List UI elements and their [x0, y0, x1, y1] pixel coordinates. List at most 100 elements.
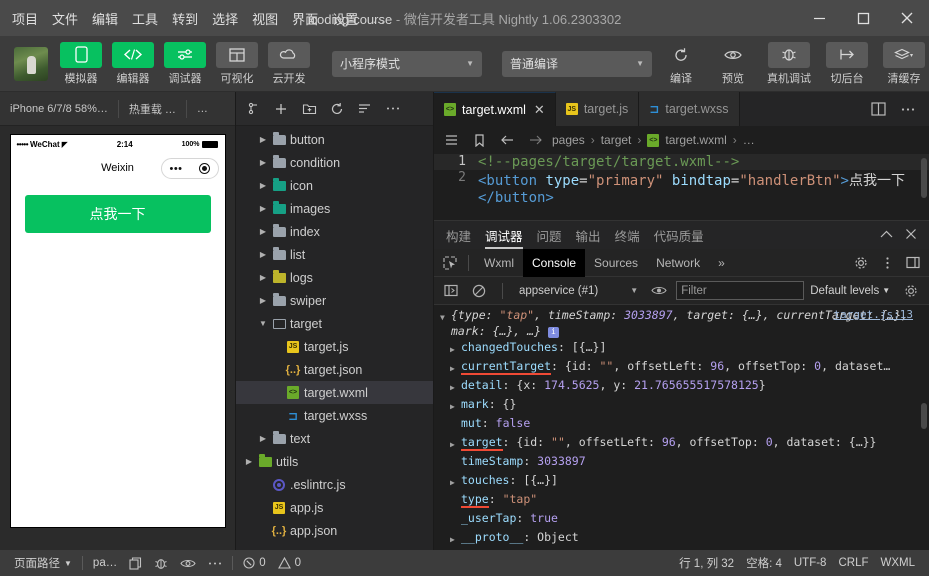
chevron-right-icon[interactable]: ▶	[256, 158, 270, 167]
console-levels-select[interactable]: Default levels ▼	[810, 285, 890, 297]
breadcrumb-more[interactable]: …	[743, 133, 755, 147]
menu-item-select[interactable]: 选择	[212, 9, 238, 28]
target-icon[interactable]	[198, 163, 210, 174]
device-select[interactable]: iPhone 6/7/8 58%…	[0, 103, 118, 115]
chevron-right-icon[interactable]: ▶	[256, 227, 270, 236]
gear-icon[interactable]	[900, 280, 922, 302]
editor-button[interactable]: 编辑器	[110, 41, 156, 86]
console-filter-input[interactable]: Filter	[676, 281, 805, 300]
console-row[interactable]: ▶ target: {id: "", offsetLeft: 96, offset…	[440, 434, 929, 453]
page-path-select[interactable]: 页面路径 ▼	[8, 555, 78, 571]
back-icon[interactable]	[496, 134, 518, 146]
outline-icon[interactable]	[440, 134, 462, 146]
cursor-position[interactable]: 行 1, 列 32	[673, 555, 740, 571]
tree-folder-row[interactable]: ▶ list	[236, 243, 433, 266]
panel-tab-output[interactable]: 输出	[576, 221, 601, 249]
more-icon[interactable]	[380, 96, 406, 122]
chevron-down-icon[interactable]: ▼	[440, 307, 451, 326]
close-icon[interactable]	[905, 228, 917, 243]
background-button[interactable]: 切后台	[822, 41, 872, 86]
tree-folder-row[interactable]: ▶ index	[236, 220, 433, 243]
chevron-right-icon[interactable]: ▶	[450, 396, 461, 415]
chevron-right-icon[interactable]: ▶	[256, 135, 270, 144]
close-icon[interactable]: ✕	[534, 102, 545, 118]
phone-capsule[interactable]: •••	[160, 158, 219, 179]
panel-tab-debugger[interactable]: 调试器	[485, 221, 523, 249]
compile-button[interactable]: 编译	[658, 42, 704, 86]
error-count-badge[interactable]: 0	[237, 557, 271, 569]
tree-folder-row[interactable]: ▶ logs	[236, 266, 433, 289]
language-mode[interactable]: WXML	[875, 557, 922, 569]
visualization-button[interactable]: 可视化	[214, 41, 260, 86]
refresh-icon[interactable]	[324, 96, 350, 122]
console-row[interactable]: ▶ touches: [{…}]	[440, 472, 929, 491]
console-context-select[interactable]: appservice (#1) ▼	[515, 285, 642, 297]
tree-file-row[interactable]: ▶{..}target.json	[236, 358, 433, 381]
chevron-up-icon[interactable]	[880, 228, 893, 242]
bookmark-icon[interactable]	[468, 133, 490, 147]
code-line[interactable]: 1 <!--pages/target/target.wxml-->	[434, 154, 929, 170]
menu-item-more[interactable]: …	[372, 11, 386, 26]
encoding[interactable]: UTF-8	[788, 557, 833, 569]
editor-scrollbar[interactable]	[921, 158, 927, 198]
debugger-button[interactable]: 调试器	[162, 41, 208, 86]
menu-item-settings[interactable]: 设置	[332, 9, 358, 28]
panel-tab-problems[interactable]: 问题	[537, 221, 562, 249]
tree-folder-row[interactable]: ▶ icon	[236, 174, 433, 197]
tree-folder-row[interactable]: ▶ text	[236, 427, 433, 450]
tab-target-wxss[interactable]: ⊐ target.wxss	[639, 92, 740, 126]
primary-button[interactable]: 点我一下	[24, 195, 211, 233]
clear-cache-button[interactable]: ▾ 清缓存	[878, 41, 929, 86]
real-device-debug-button[interactable]: 真机调试	[762, 41, 816, 86]
eye-icon[interactable]	[174, 558, 202, 569]
forward-icon[interactable]	[524, 134, 546, 146]
console-row[interactable]: ▶ mark: {}	[440, 396, 929, 415]
tree-folder-row[interactable]: ▶ images	[236, 197, 433, 220]
compile-select[interactable]: 普通编译 ▼	[502, 50, 652, 77]
menu-item-file[interactable]: 文件	[52, 9, 78, 28]
tree-folder-row[interactable]: ▶ swiper	[236, 289, 433, 312]
console-row[interactable]: ▶ __proto__: Object	[440, 529, 929, 548]
split-editor-icon[interactable]	[865, 96, 891, 122]
devtools-tab-sources[interactable]: Sources	[585, 249, 647, 277]
new-folder-icon[interactable]	[296, 96, 322, 122]
devtools-tab-wxml[interactable]: Wxml	[475, 249, 523, 277]
console-source-link[interactable]: target.js:13	[834, 307, 913, 323]
bug-icon[interactable]	[148, 557, 174, 570]
collapse-icon[interactable]	[240, 96, 266, 122]
tree-folder-row[interactable]: ▶ condition	[236, 151, 433, 174]
code-editor[interactable]: 1 <!--pages/target/target.wxml--> 2 <button…	[434, 154, 929, 220]
menu-item-interface[interactable]: 界面	[292, 9, 318, 28]
chevron-right-icon[interactable]: ▶	[256, 296, 270, 305]
simulator-more-button[interactable]: …	[187, 103, 218, 115]
console-row[interactable]: ▶timeStamp: 3033897	[440, 453, 929, 472]
clear-console-icon[interactable]	[468, 280, 490, 302]
cloud-button[interactable]: 云开发	[266, 41, 312, 86]
panel-tab-code-quality[interactable]: 代码质量	[654, 221, 704, 249]
chevron-right-icon[interactable]: ▶	[256, 434, 270, 443]
hot-reload-select[interactable]: 热重载 …	[119, 101, 186, 117]
kebab-icon[interactable]	[875, 251, 899, 275]
console-row[interactable]: ▶ currentTarget: {id: "", offsetLeft: 96,…	[440, 358, 929, 377]
chevron-right-icon[interactable]: ▶	[450, 377, 461, 396]
breadcrumb-file[interactable]: target.wxml	[665, 133, 726, 147]
breadcrumb-pages[interactable]: pages	[552, 133, 585, 147]
console-scrollbar[interactable]	[921, 403, 927, 429]
console-sidebar-icon[interactable]	[440, 280, 462, 302]
console-row[interactable]: ▶ changedTouches: [{…}]	[440, 339, 929, 358]
chevron-right-icon[interactable]: ▶	[450, 472, 461, 491]
tree-file-row[interactable]: ▶JStarget.js	[236, 335, 433, 358]
inspect-icon[interactable]	[438, 251, 462, 275]
more-icon[interactable]	[202, 561, 228, 566]
code-line[interactable]: 2 <button type="primary" bindtap="handler…	[434, 170, 929, 206]
gear-icon[interactable]	[849, 251, 873, 275]
tree-file-row[interactable]: ▶<>target.wxml	[236, 381, 433, 404]
console-output[interactable]: target.js:13 ▼ {type: "tap", timeStamp: 3…	[434, 305, 929, 550]
chevron-right-icon[interactable]: ▶	[450, 358, 461, 377]
tree-file-row[interactable]: ▶JSapp.js	[236, 496, 433, 519]
dock-icon[interactable]	[901, 251, 925, 275]
tree-folder-row[interactable]: ▼ target	[236, 312, 433, 335]
tree-folder-row[interactable]: ▶ button	[236, 128, 433, 151]
chevron-right-icon[interactable]: ▶	[450, 529, 461, 548]
sort-icon[interactable]	[352, 96, 378, 122]
